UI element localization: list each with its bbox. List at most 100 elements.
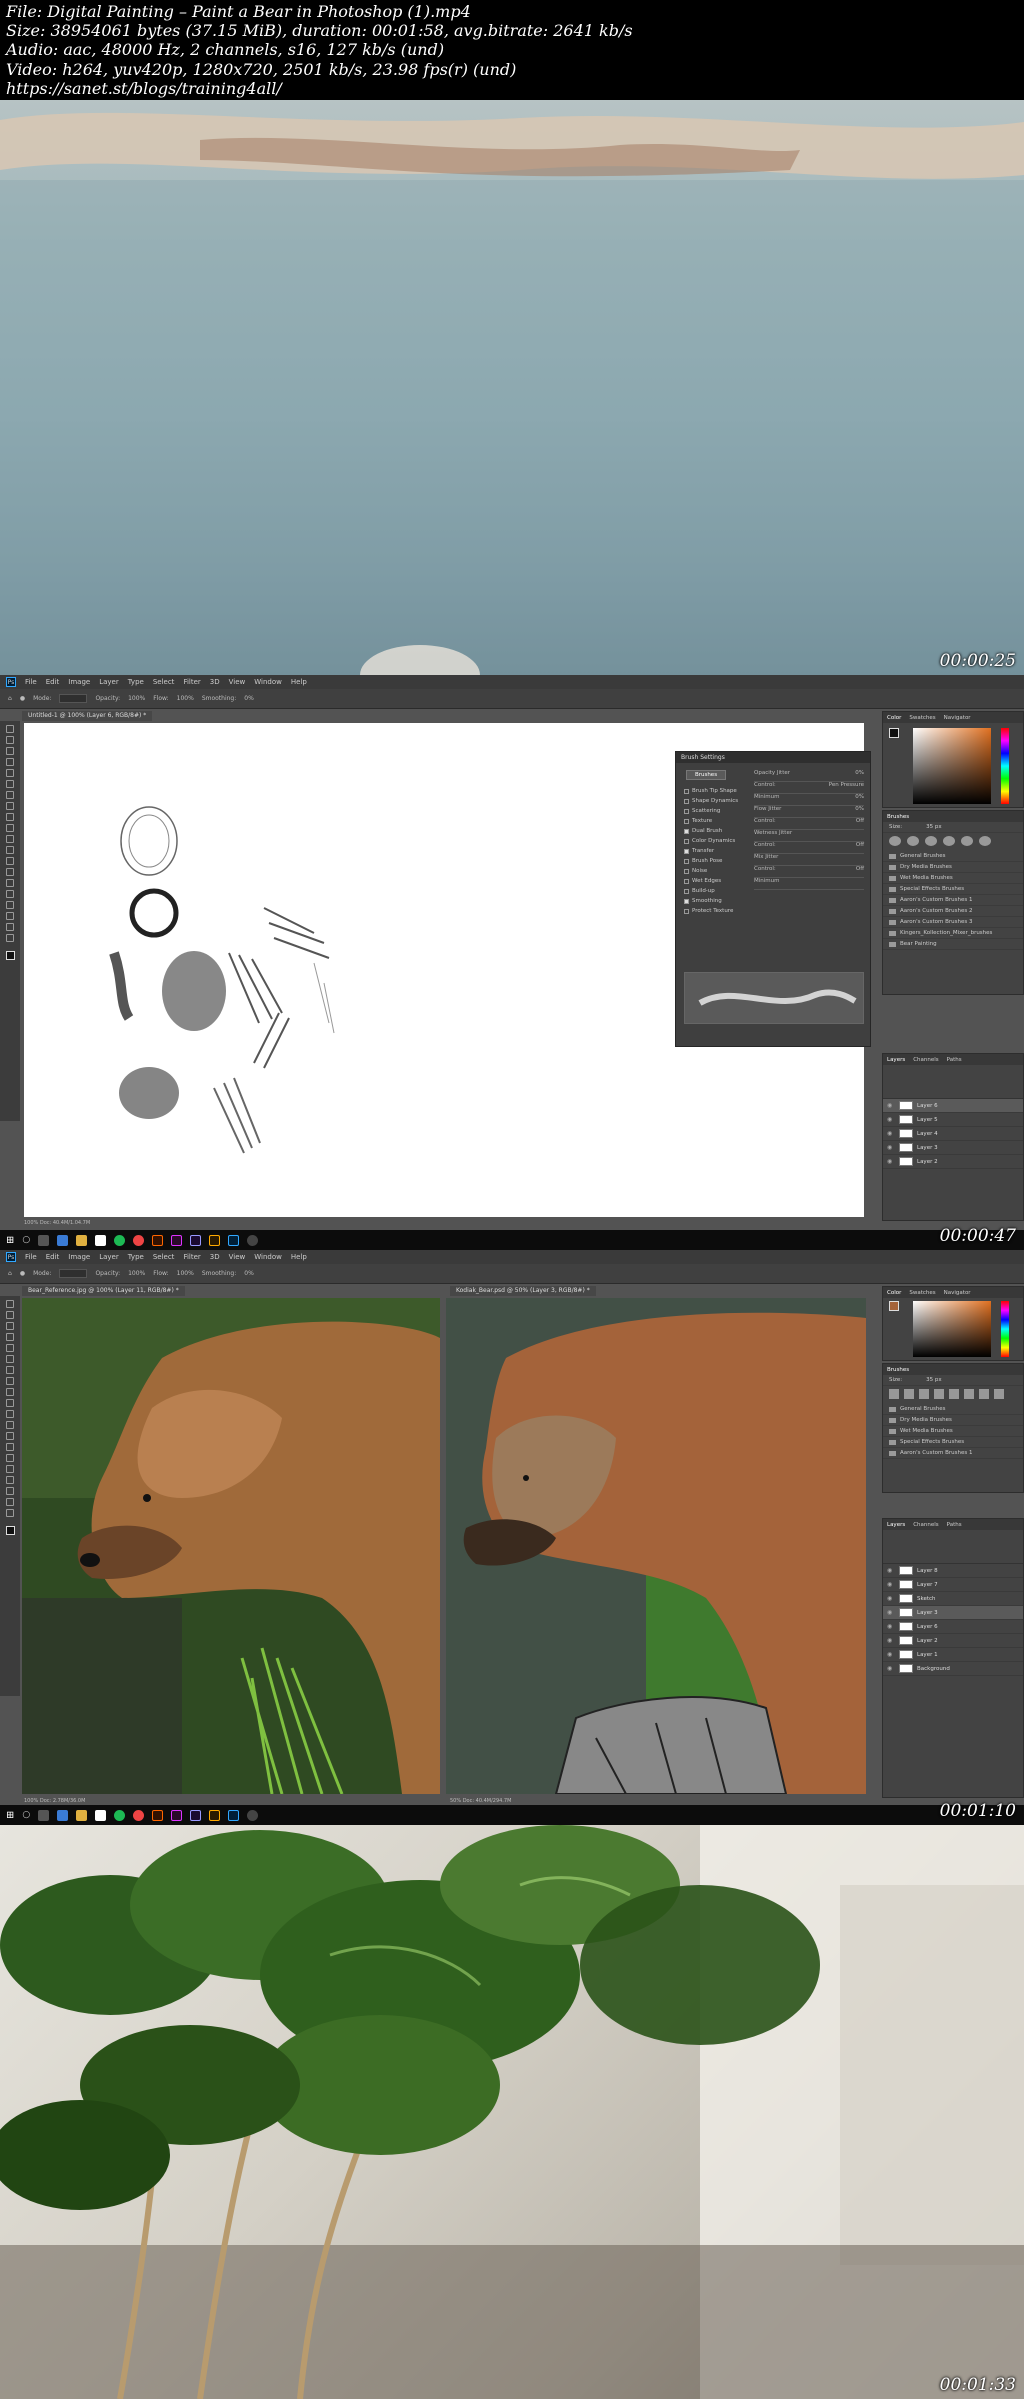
tab-color[interactable]: Color <box>887 1290 901 1296</box>
layer-row[interactable]: ◉ Sketch <box>883 1592 1023 1606</box>
brush-setting-item[interactable]: Scattering <box>684 806 746 816</box>
brush-setting-control[interactable]: Wetness Jitter <box>754 830 864 842</box>
brush-setting-item[interactable]: Shape Dynamics <box>684 796 746 806</box>
path-select-tool-icon[interactable] <box>6 1476 14 1484</box>
reference-photo[interactable] <box>22 1298 440 1794</box>
checkbox[interactable] <box>684 888 689 894</box>
brush-setting-control[interactable]: Minimum <box>754 878 864 890</box>
brush-tip-icon[interactable] <box>949 1389 959 1399</box>
tab-navigator[interactable]: Navigator <box>944 1290 971 1296</box>
eye-icon[interactable]: ◉ <box>887 1158 895 1165</box>
lasso-tool-icon[interactable] <box>6 1322 14 1330</box>
home-icon[interactable]: ⌂ <box>8 695 12 702</box>
explorer-icon[interactable] <box>76 1234 88 1246</box>
eye-icon[interactable]: ◉ <box>887 1637 895 1644</box>
brushes-button[interactable]: Brushes <box>686 770 726 780</box>
menu-filter[interactable]: Filter <box>183 678 200 686</box>
menu-image[interactable]: Image <box>68 678 90 686</box>
eyedropper-tool-icon[interactable] <box>6 1355 14 1363</box>
healing-tool-icon[interactable] <box>6 791 14 799</box>
brush-setting-control[interactable]: Minimum 0% <box>754 794 864 806</box>
foreground-swatch[interactable] <box>889 728 899 738</box>
brush-setting-control[interactable]: Control: Off <box>754 818 864 830</box>
brush-folder[interactable]: Dry Media Brushes <box>883 1415 1023 1426</box>
eye-icon[interactable]: ◉ <box>887 1116 895 1123</box>
checkbox[interactable] <box>684 898 689 904</box>
tab-layers[interactable]: Layers <box>887 1057 905 1063</box>
menu-type[interactable]: Type <box>128 678 144 686</box>
tab-paths[interactable]: Paths <box>947 1522 962 1528</box>
hue-slider[interactable] <box>1001 1301 1009 1357</box>
brush-tip-icon[interactable] <box>934 1389 944 1399</box>
tab-channels[interactable]: Channels <box>913 1057 938 1063</box>
brush-tip-icon[interactable] <box>925 836 937 846</box>
brush-setting-control[interactable]: Control: Off <box>754 842 864 854</box>
menu-3d[interactable]: 3D <box>210 1253 220 1261</box>
gradient-tool-icon[interactable] <box>6 846 14 854</box>
menu-type[interactable]: Type <box>128 1253 144 1261</box>
control-value[interactable]: Pen Pressure <box>829 782 864 793</box>
illustrator-icon[interactable] <box>152 1809 164 1821</box>
layer-row[interactable]: ◉ Layer 8 <box>883 1564 1023 1578</box>
tab-brushes[interactable]: Brushes <box>887 1367 909 1373</box>
illustrator-icon[interactable] <box>152 1234 164 1246</box>
checkbox[interactable] <box>684 868 689 874</box>
brush-setting-item[interactable]: Build-up <box>684 886 746 896</box>
move-tool-icon[interactable] <box>6 1300 14 1308</box>
layer-row[interactable]: ◉ Layer 4 <box>883 1127 1023 1141</box>
brush-preset-icon[interactable]: ● <box>20 695 25 702</box>
menu-view[interactable]: View <box>229 678 246 686</box>
photoshop-taskbar-icon[interactable] <box>228 1809 240 1821</box>
brush-folder[interactable]: Wet Media Brushes <box>883 1426 1023 1437</box>
brush-tool-icon[interactable] <box>6 802 14 810</box>
brush-folder[interactable]: Dry Media Brushes <box>883 862 1023 873</box>
crop-tool-icon[interactable] <box>6 769 14 777</box>
brush-setting-item[interactable]: Brush Pose <box>684 856 746 866</box>
brush-tip-icon[interactable] <box>979 836 991 846</box>
brush-folder[interactable]: Wet Media Brushes <box>883 873 1023 884</box>
brush-size-value[interactable]: 35 px <box>926 824 942 830</box>
eraser-tool-icon[interactable] <box>6 835 14 843</box>
brush-tip-icon[interactable] <box>904 1389 914 1399</box>
brush-folder[interactable]: Aaron's Custom Brushes 1 <box>883 895 1023 906</box>
brush-tool-icon[interactable] <box>6 1377 14 1385</box>
brush-tip-icon[interactable] <box>979 1389 989 1399</box>
foreground-color-swatch[interactable] <box>5 951 15 960</box>
blur-tool-icon[interactable] <box>6 1432 14 1440</box>
brush-setting-item[interactable]: Color Dynamics <box>684 836 746 846</box>
menu-layer[interactable]: Layer <box>99 1253 119 1261</box>
windows-start-icon[interactable]: ⊞ <box>6 1235 14 1246</box>
brush-folder[interactable]: Aaron's Custom Brushes 3 <box>883 917 1023 928</box>
brush-folder[interactable]: Bear Painting <box>883 939 1023 950</box>
edge-icon[interactable] <box>57 1809 69 1821</box>
store-icon[interactable] <box>95 1234 107 1246</box>
dodge-tool-icon[interactable] <box>6 1443 14 1451</box>
store-icon[interactable] <box>95 1809 107 1821</box>
stamp-tool-icon[interactable] <box>6 1388 14 1396</box>
zoom-tool-icon[interactable] <box>6 934 14 942</box>
hand-tool-icon[interactable] <box>6 1498 14 1506</box>
task-view-icon[interactable] <box>38 1809 50 1821</box>
stamp-tool-icon[interactable] <box>6 813 14 821</box>
brush-tip-icon[interactable] <box>907 836 919 846</box>
indesign-icon[interactable] <box>171 1234 183 1246</box>
bridge-icon[interactable] <box>209 1234 221 1246</box>
marquee-tool-icon[interactable] <box>6 1311 14 1319</box>
color-picker-field[interactable] <box>913 728 991 804</box>
brush-tip-icon[interactable] <box>919 1389 929 1399</box>
eye-icon[interactable]: ◉ <box>887 1144 895 1151</box>
document-tab[interactable]: Untitled-1 @ 100% (Layer 6, RGB/8#) * <box>22 711 153 721</box>
checkbox[interactable] <box>684 788 689 794</box>
brush-setting-control[interactable]: Mix Jitter <box>754 854 864 866</box>
menu-image[interactable]: Image <box>68 1253 90 1261</box>
tab-channels[interactable]: Channels <box>913 1522 938 1528</box>
control-value[interactable]: 0% <box>855 794 864 805</box>
path-select-tool-icon[interactable] <box>6 901 14 909</box>
brush-setting-item[interactable]: Smoothing <box>684 896 746 906</box>
app-icon[interactable] <box>247 1234 259 1246</box>
marquee-tool-icon[interactable] <box>6 736 14 744</box>
eye-icon[interactable]: ◉ <box>887 1130 895 1137</box>
type-tool-icon[interactable] <box>6 890 14 898</box>
eye-icon[interactable]: ◉ <box>887 1665 895 1672</box>
brush-folder[interactable]: Special Effects Brushes <box>883 884 1023 895</box>
